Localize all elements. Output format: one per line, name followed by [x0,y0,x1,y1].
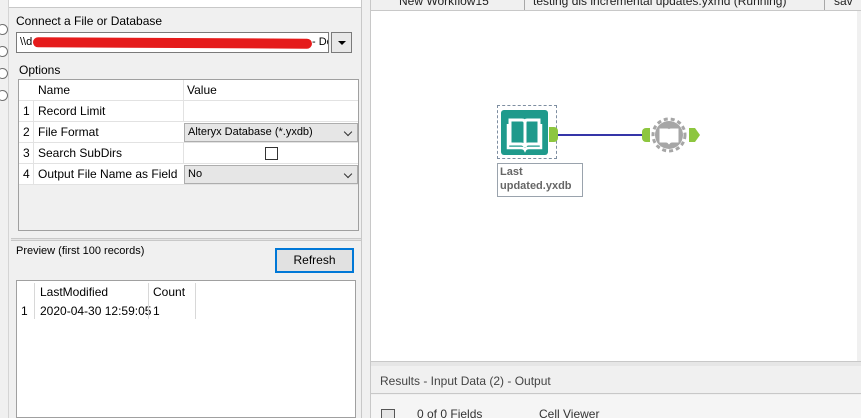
grid-index-separator [33,101,34,185]
connect-path-suffix: - Der [312,36,328,48]
configuration-panel: Connect a File or Database \\d - Der Opt… [9,0,361,418]
table-view-icon[interactable] [381,409,395,418]
column-header-count[interactable]: Count [153,283,185,301]
fields-count[interactable]: 0 of 0 Fields [417,407,482,418]
connect-dropdown-button[interactable] [331,32,352,53]
column-separator [148,283,149,319]
workflow-canvas[interactable] [371,11,857,361]
row-index: 1 [21,304,28,318]
chevron-down-icon [343,169,353,179]
chevron-down-icon [343,127,353,137]
table-header-row: LastModified Count [17,283,192,301]
grid-row-name: Output File Name as Field [38,167,178,181]
configuration-icon[interactable] [0,24,8,35]
connect-label: Connect a File or Database [16,14,163,28]
connect-file-input[interactable]: \\d - Der [16,32,329,53]
panel-splitter[interactable] [11,238,361,241]
grid-row-file-format: 2 File Format Alteryx Database (*.yxdb) [19,122,358,143]
options-grid: Name Value 1 Record Limit 2 File Format … [18,79,359,231]
record-limit-value[interactable] [183,101,358,122]
browse-tool-icon[interactable] [649,117,689,153]
refresh-button[interactable]: Refresh [275,248,354,273]
column-separator [195,283,196,319]
search-subdirs-checkbox[interactable] [265,147,278,160]
results-title: Results - Input Data (2) - Output [380,374,551,388]
grid-row-search-subdirs: 3 Search SubDirs [19,143,358,164]
preview-label: Preview (first 100 records) [16,245,145,257]
tab-new-workflow15[interactable]: New Workflow15 [391,0,525,10]
tab-sav[interactable]: sav [826,0,861,10]
results-header: Results - Input Data (2) - Output [371,366,861,394]
cell-lastmodified: 2020-04-30 12:59:05 [40,304,152,318]
file-format-value: Alteryx Database (*.yxdb) [188,126,313,138]
grid-row-output-file-name: 4 Output File Name as Field No [19,164,358,185]
left-tool-strip [0,0,9,418]
column-separator [34,283,35,319]
file-format-select[interactable]: Alteryx Database (*.yxdb) [184,123,358,142]
grid-row-name: File Format [38,125,99,139]
cell-count: 1 [153,304,160,318]
grid-row-name: Search SubDirs [38,146,123,160]
cell-viewer[interactable]: Cell Viewer [539,407,599,418]
help-icon[interactable] [0,90,8,101]
options-label: Options [19,63,61,77]
table-row[interactable]: 1 2020-04-30 12:59:05 1 [17,302,192,320]
tool-connection[interactable] [558,134,642,136]
annotation-icon[interactable] [0,46,8,57]
config-header-bar [9,0,361,8]
metainfo-icon[interactable] [0,68,8,79]
results-toolbar: 0 of 0 Fields Cell Viewer [371,395,861,418]
vertical-splitter[interactable] [361,0,371,418]
book-icon[interactable] [501,110,548,155]
output-file-name-select[interactable]: No [184,165,358,184]
column-header-lastmodified[interactable]: LastModified [40,283,108,301]
grid-header-row: Name Value [19,80,358,101]
workflow-tabs: New Workflow15 testing dls incremental u… [371,0,861,11]
output-anchor[interactable] [549,127,558,142]
grid-row-record-limit[interactable]: 1 Record Limit [19,101,358,122]
tab-testing-dls[interactable]: testing dls incremental updates.yxmd (Ru… [525,0,825,10]
connect-path-prefix: \\d [20,36,33,48]
grid-header-value: Value [187,83,217,97]
output-file-name-value: No [188,168,203,180]
grid-header-name: Name [38,83,71,97]
tool-annotation-label: Last updated.yxdb [497,163,583,197]
redaction-mark [32,37,313,49]
grid-row-name: Record Limit [38,104,106,118]
browse-output-anchor[interactable] [689,128,700,142]
canvas-right-edge [857,11,861,361]
preview-results-table: LastModified Count 1 2020-04-30 12:59:05… [16,280,356,418]
caret-down-icon [338,41,346,45]
